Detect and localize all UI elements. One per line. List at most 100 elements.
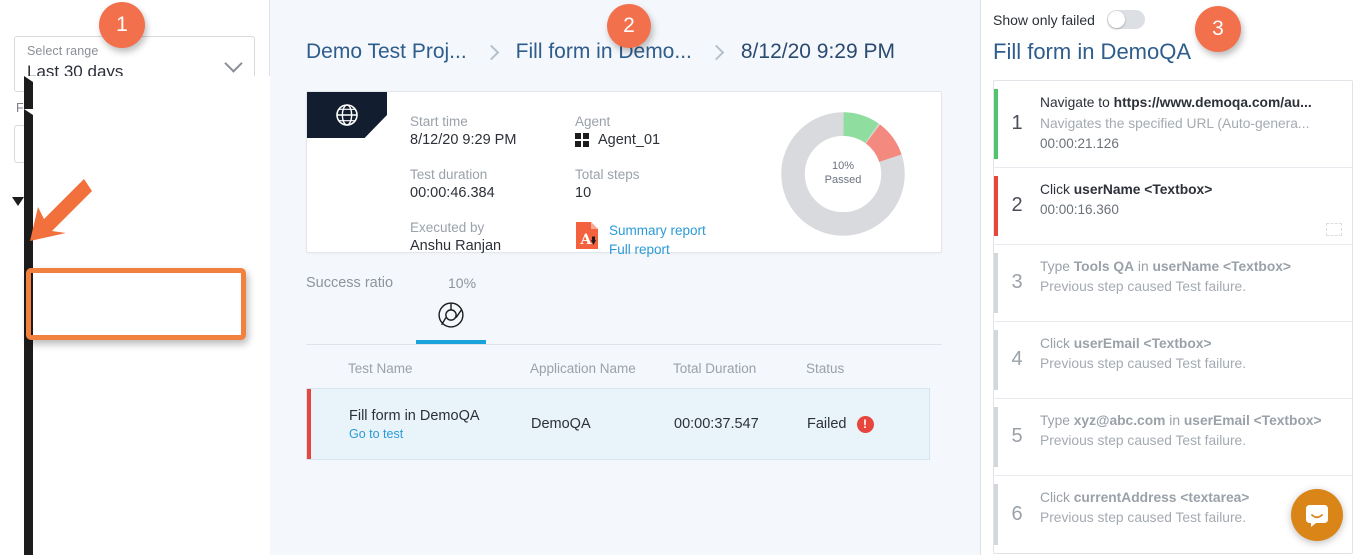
step-action: Navigate to https://www.demoqa.com/au... <box>1040 95 1312 110</box>
caret-down-icon[interactable] <box>12 197 24 206</box>
svg-text:A: A <box>580 232 593 248</box>
start-time-value: 8/12/20 9:29 PM <box>410 132 517 148</box>
chevron-down-icon <box>227 57 242 66</box>
result-donut-chart: 10% Passed <box>777 108 909 240</box>
breadcrumb-item-project[interactable]: Demo Test Proj... <box>306 40 467 64</box>
step-number: 1 <box>1011 112 1023 135</box>
step-number: 4 <box>1011 348 1023 371</box>
breadcrumb-item-test[interactable]: Fill form in Demo... <box>516 40 692 64</box>
list-item[interactable]: 5 Type xyz@abc.com in userEmail <Textbox… <box>994 399 1352 476</box>
list-item[interactable]: 3 Type Tools QA in userName <Textbox> Pr… <box>994 245 1352 322</box>
success-ratio-row: Success ratio 10% <box>306 275 980 291</box>
chat-bubble-icon <box>1306 505 1328 527</box>
total-steps-value: 10 <box>575 185 592 201</box>
status-text: Failed <box>807 416 847 432</box>
agent-value: Agent_01 <box>598 132 661 148</box>
intercom-chat-button[interactable] <box>1291 489 1343 541</box>
step-number: 2 <box>1011 194 1023 217</box>
tree-item-my-first-job-schedule[interactable]: JOB My First Job Schedule <box>0 109 529 555</box>
project-tree: Demo Test Project TEST Fill form in Demo… <box>0 76 529 555</box>
chrome-icon <box>438 302 464 328</box>
donut-center-label: 10% Passed <box>777 108 909 240</box>
chevron-right-icon <box>483 44 499 60</box>
duration-field: Test duration 00:00:46.384 <box>410 167 575 201</box>
step-status-indicator <box>994 252 998 313</box>
full-report-link[interactable]: Full report <box>609 240 706 259</box>
show-only-failed-row: Show only failed <box>993 10 1353 29</box>
pdf-icon: A <box>576 222 598 249</box>
executed-by-label: Executed by <box>410 220 485 235</box>
go-to-test-link[interactable]: Go to test <box>349 427 531 441</box>
step-action: Type xyz@abc.com in userEmail <Textbox> <box>1040 412 1322 428</box>
reports-field: A Summary report Full report <box>575 221 706 259</box>
run-summary-card: Start time 8/12/20 9:29 PM Agent Agent_0… <box>306 91 942 257</box>
steps-list: 1 Navigate to https://www.demoqa.com/au.… <box>993 80 1353 554</box>
col-status: Status <box>806 361 845 376</box>
donut-label: Passed <box>824 174 862 186</box>
col-test-name: Test Name <box>348 361 413 376</box>
cell-status: Failed ! <box>807 415 901 433</box>
browser-tabs <box>306 301 942 345</box>
step-description: Previous step caused Test failure. <box>1040 433 1247 449</box>
summary-report-link[interactable]: Summary report <box>609 221 706 240</box>
executed-by-value: Anshu Ranjan <box>410 238 502 254</box>
cell-test-name: Fill form in DemoQA Go to test <box>307 408 531 441</box>
step-description: Navigates the specified URL (Auto-genera… <box>1040 115 1310 131</box>
error-icon: ! <box>856 415 874 433</box>
step-action: Click userEmail <Textbox> <box>1040 335 1212 351</box>
step-number: 6 <box>1011 502 1023 525</box>
results-table-header: Test Name Application Name Total Duratio… <box>306 361 942 376</box>
sidebar: Select range Last 30 days From 7/13/20 t… <box>0 0 529 555</box>
step-description: Previous step caused Test failure. <box>1040 279 1247 295</box>
show-only-failed-toggle[interactable] <box>1106 10 1145 29</box>
agent-field: Agent Agent_01 <box>575 114 706 148</box>
list-item[interactable]: 4 Click userEmail <Textbox> Previous ste… <box>994 322 1352 399</box>
steps-panel: Show only failed Fill form in DemoQA 1 N… <box>980 0 1365 555</box>
step-status-indicator <box>994 175 998 236</box>
tab-chrome[interactable] <box>416 300 486 344</box>
table-row[interactable]: Fill form in DemoQA Go to test DemoQA 00… <box>306 388 930 460</box>
toggle-knob <box>1107 11 1125 28</box>
step-action: Click userName <Textbox> <box>1040 181 1213 197</box>
success-ratio-value: 10% <box>448 275 477 291</box>
list-item[interactable]: 1 Navigate to https://www.demoqa.com/au.… <box>994 81 1352 168</box>
step-status-indicator <box>994 483 998 545</box>
col-total-duration: Total Duration <box>673 361 757 376</box>
step-description: Previous step caused Test failure. <box>1040 356 1247 372</box>
web-ribbon <box>307 92 387 138</box>
app-root: Select range Last 30 days From 7/13/20 t… <box>0 0 1365 555</box>
donut-percent: 10% <box>831 160 855 173</box>
select-range-label: Select range <box>27 44 99 58</box>
screenshot-icon[interactable] <box>1326 222 1342 236</box>
annotation-badge-2: 2 <box>607 4 651 48</box>
total-steps-field: Total steps 10 <box>575 167 706 201</box>
start-time-field: Start time 8/12/20 9:29 PM <box>410 114 575 148</box>
windows-icon <box>575 133 590 147</box>
list-item[interactable]: 2 Click userName <Textbox> 00:00:16.360 <box>994 168 1352 245</box>
step-status-indicator <box>994 406 998 467</box>
step-number: 5 <box>1011 425 1023 448</box>
duration-value: 00:00:46.384 <box>410 185 495 201</box>
globe-icon <box>336 104 358 126</box>
step-duration: 00:00:21.126 <box>1040 136 1119 152</box>
show-only-failed-label: Show only failed <box>993 11 1095 28</box>
cell-total-duration: 00:00:37.547 <box>674 416 759 432</box>
total-steps-label: Total steps <box>575 167 640 182</box>
annotation-badge-3: 3 <box>1195 6 1241 52</box>
start-time-label: Start time <box>410 114 468 129</box>
step-status-indicator <box>994 89 998 159</box>
step-action: Type Tools QA in userName <Textbox> <box>1040 258 1291 274</box>
step-duration: 00:00:16.360 <box>1040 202 1119 218</box>
cell-application-name: DemoQA <box>531 416 591 432</box>
breadcrumb: Demo Test Proj... Fill form in Demo... 8… <box>306 40 980 64</box>
steps-panel-title: Fill form in DemoQA <box>993 39 1192 64</box>
annotation-badge-1: 1 <box>99 2 145 48</box>
agent-label: Agent <box>575 114 611 129</box>
executed-by-field: Executed by Anshu Ranjan <box>410 220 575 259</box>
chevron-right-icon <box>708 44 725 60</box>
breadcrumb-item-run[interactable]: 8/12/20 9:29 PM <box>741 40 895 64</box>
run-details-grid: Start time 8/12/20 9:29 PM Agent Agent_0… <box>410 114 706 259</box>
step-number: 3 <box>1011 271 1023 294</box>
main-panel: Demo Test Proj... Fill form in Demo... 8… <box>270 0 980 555</box>
step-status-indicator <box>994 329 998 390</box>
